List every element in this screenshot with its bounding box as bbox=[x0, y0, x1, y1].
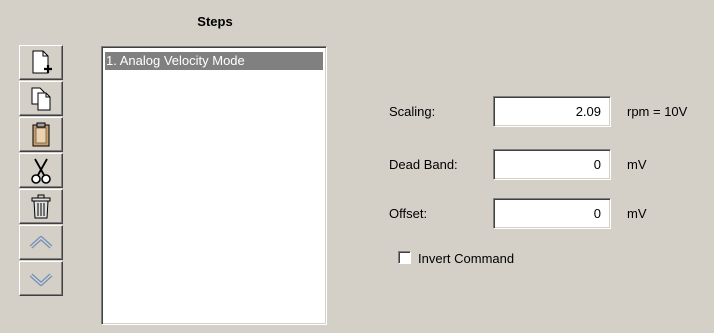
offset-input[interactable] bbox=[493, 198, 611, 229]
delete-step-button[interactable] bbox=[19, 189, 63, 224]
scissors-icon bbox=[31, 158, 51, 184]
list-item[interactable]: 1. Analog Velocity Mode bbox=[105, 52, 323, 70]
chevron-down-icon bbox=[29, 273, 53, 286]
dead-band-label: Dead Band: bbox=[389, 157, 458, 172]
invert-command-checkbox[interactable] bbox=[398, 251, 411, 264]
scaling-input[interactable] bbox=[493, 96, 611, 127]
new-step-button[interactable] bbox=[19, 45, 63, 80]
dead-band-unit: mV bbox=[627, 157, 647, 172]
invert-command-label[interactable]: Invert Command bbox=[418, 251, 514, 266]
copy-icon bbox=[31, 87, 51, 110]
cut-step-button[interactable] bbox=[19, 153, 63, 188]
offset-label: Offset: bbox=[389, 206, 428, 221]
new-document-icon bbox=[32, 50, 52, 73]
steps-list[interactable]: 1. Analog Velocity Mode bbox=[101, 46, 327, 325]
move-up-button[interactable] bbox=[19, 225, 63, 260]
steps-title: Steps bbox=[197, 14, 233, 29]
trash-icon bbox=[31, 194, 51, 218]
dead-band-input[interactable] bbox=[493, 149, 611, 180]
scaling-label: Scaling: bbox=[389, 104, 436, 119]
clipboard-icon bbox=[32, 122, 50, 146]
paste-step-button[interactable] bbox=[19, 117, 63, 152]
chevron-up-icon bbox=[29, 235, 53, 248]
copy-step-button[interactable] bbox=[19, 81, 63, 116]
offset-unit: mV bbox=[627, 206, 647, 221]
scaling-unit: rpm = 10V bbox=[627, 104, 688, 119]
move-down-button[interactable] bbox=[19, 261, 63, 296]
